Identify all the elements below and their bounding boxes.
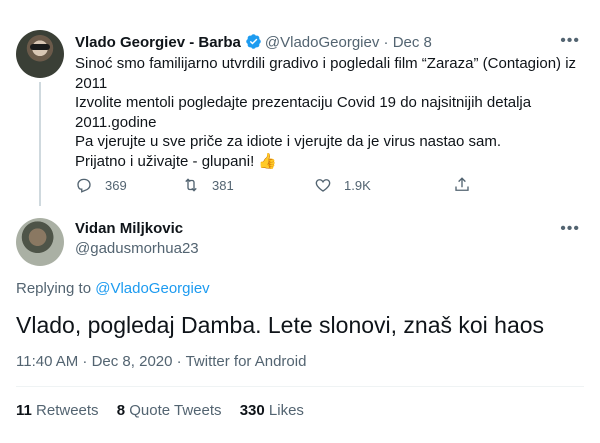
tweet-timestamp[interactable]: 11:40 AM · Dec 8, 2020 · xyxy=(16,353,182,370)
verified-badge-icon xyxy=(246,34,261,49)
more-horizontal-icon[interactable]: ••• xyxy=(560,220,580,238)
author-name[interactable]: Vlado Georgiev - Barba xyxy=(75,34,241,51)
tweet-line: Izvolite mentoli pogledajte prezentaciju… xyxy=(75,94,536,131)
author-name[interactable]: Vidan Miljkovic xyxy=(75,220,183,237)
replying-prefix: Replying to xyxy=(16,280,92,297)
tweet-actions: 369 381 1.9K xyxy=(75,176,495,196)
thread-line xyxy=(39,82,41,206)
tweet-text: Sinoć smo familijarno utvrdili gradivo i… xyxy=(75,54,580,172)
tweet-date[interactable]: Dec 8 xyxy=(393,34,432,51)
like-button[interactable]: 1.9K xyxy=(314,176,371,194)
retweet-icon xyxy=(185,178,197,192)
tweet-line: Sinoć smo familijarno utvrdili gradivo i… xyxy=(75,55,581,92)
likes-stat[interactable]: 330 Likes xyxy=(240,402,304,419)
avatar[interactable] xyxy=(16,30,64,78)
reply-button[interactable]: 369 xyxy=(75,176,127,194)
replying-to: Replying to @VladoGeorgiev xyxy=(16,280,210,297)
retweet-button[interactable]: 381 xyxy=(182,176,234,194)
retweets-stat[interactable]: 11 Retweets xyxy=(16,402,99,419)
parent-tweet[interactable]: Vlado Georgiev - Barba @VladoGeorgiev · D… xyxy=(0,0,600,208)
tweet-line: Prijatno i uživajte - glupani! 👍 xyxy=(75,152,278,170)
focused-tweet: Vidan Miljkovic @gadusmorhua23 ••• Reply… xyxy=(0,208,600,443)
engagement-stats: 11 Retweets 8 Quote Tweets 330 Likes xyxy=(16,402,318,419)
reply-count: 369 xyxy=(105,177,127,193)
like-count: 1.9K xyxy=(344,177,371,193)
divider xyxy=(16,386,584,387)
author-handle[interactable]: @VladoGeorgiev xyxy=(265,34,379,51)
tweet-text: Vlado, pogledaj Damba. Lete slonovi, zna… xyxy=(16,312,545,338)
avatar[interactable] xyxy=(16,218,64,266)
quote-tweets-stat[interactable]: 8 Quote Tweets xyxy=(117,402,222,419)
heart-icon xyxy=(315,179,331,192)
separator: · xyxy=(383,34,389,51)
more-horizontal-icon[interactable]: ••• xyxy=(560,32,580,50)
reply-icon xyxy=(77,178,91,193)
retweet-count: 381 xyxy=(212,177,234,193)
tweet-source[interactable]: Twitter for Android xyxy=(186,353,307,370)
share-icon xyxy=(455,177,469,191)
replying-to-link[interactable]: @VladoGeorgiev xyxy=(95,280,209,297)
author-handle[interactable]: @gadusmorhua23 xyxy=(75,240,199,257)
tweet-meta: 11:40 AM · Dec 8, 2020 · Twitter for And… xyxy=(16,353,306,370)
tweet-header: Vlado Georgiev - Barba @VladoGeorgiev · D… xyxy=(75,33,432,52)
tweet-line: Pa vjerujte u sve priče za idiote i vjer… xyxy=(75,133,502,151)
share-button[interactable] xyxy=(453,176,471,194)
